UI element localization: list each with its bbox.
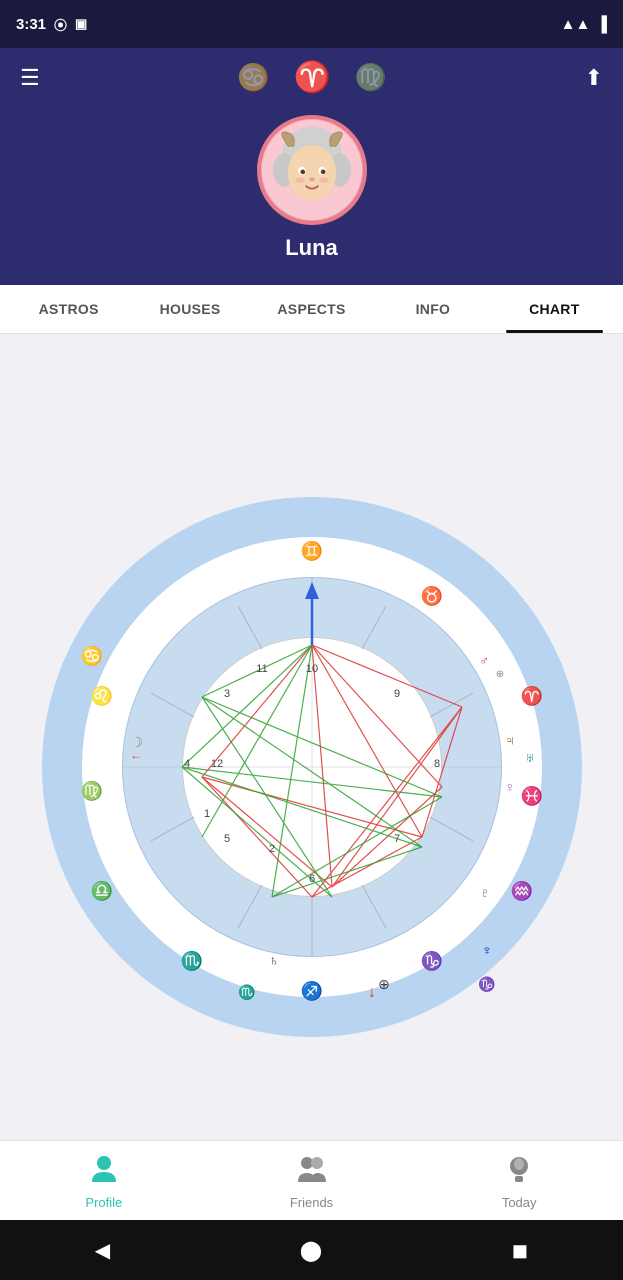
today-nav-label: Today [502,1195,537,1210]
svg-text:♏: ♏ [180,950,202,971]
svg-text:2: 2 [268,843,274,855]
svg-text:♑: ♑ [420,950,442,971]
svg-text:⊕: ⊕ [378,976,390,992]
svg-text:♄: ♄ [268,952,279,968]
wifi-icon: ▲▲ [561,16,591,33]
svg-text:♋: ♋ [80,645,102,666]
profile-name: Luna [285,235,338,261]
home-button[interactable]: ⬤ [300,1238,322,1263]
avatar-section: Luna [0,115,623,261]
bottom-navigation: Profile Friends Today [0,1140,623,1220]
svg-text:♉: ♉ [420,585,442,606]
tab-houses[interactable]: HOUSES [129,285,250,333]
svg-text:♃: ♃ [504,732,515,748]
tabs-bar: ASTROS HOUSES ASPECTS INFO CHART [0,285,623,334]
svg-text:⊕: ⊕ [495,669,503,680]
back-button[interactable]: ◀ [95,1238,110,1263]
share-button[interactable]: ⬆ [585,65,603,91]
system-nav-bar: ◀ ⬤ ◼ [0,1220,623,1280]
svg-text:7: 7 [393,833,399,845]
tab-aspects[interactable]: ASPECTS [251,285,372,333]
svg-text:♂: ♂ [479,653,489,668]
status-icons: ▲▲ ▐ [561,16,607,33]
svg-text:5: 5 [223,833,229,845]
svg-text:♊: ♊ [300,540,322,561]
status-time-area: 3:31 ⦿ ▣ [16,15,87,34]
svg-text:♒: ♒ [510,880,532,901]
svg-text:3: 3 [223,688,229,700]
svg-text:♑: ♑ [478,976,495,993]
svg-text:9: 9 [393,688,399,700]
avatar-svg [261,115,363,225]
zodiac-cancer: ♋ [237,62,269,93]
nav-profile[interactable]: Profile [0,1152,208,1210]
svg-text:4: 4 [183,758,189,770]
svg-text:↓: ↓ [368,984,376,1001]
svg-text:♓: ♓ [520,785,542,806]
zodiac-signs-nav: ♋ ♈ ♍ [237,60,387,95]
profile-nav-label: Profile [85,1195,122,1210]
svg-text:1: 1 [203,808,209,820]
svg-text:8: 8 [433,758,439,770]
nav-friends[interactable]: Friends [208,1152,416,1210]
screen-icon: ▣ [75,16,87,32]
svg-text:♏: ♏ [238,984,255,1001]
status-bar: 3:31 ⦿ ▣ ▲▲ ▐ [0,0,623,48]
zodiac-virgo: ♍ [355,62,387,93]
menu-button[interactable]: ☰ [20,65,40,91]
header: ☰ ♋ ♈ ♍ ⬆ [0,48,623,285]
nav-today[interactable]: Today [415,1152,623,1210]
svg-text:♇: ♇ [480,885,490,900]
svg-text:♎: ♎ [90,880,112,901]
time-display: 3:31 [16,16,46,33]
astrology-chart: 10 9 8 7 6 5 4 3 11 12 2 1 ♊ ♉ ♈ ♓ ♒ ♑ [42,497,582,1037]
tab-astros[interactable]: ASTROS [8,285,129,333]
chart-area: 10 9 8 7 6 5 4 3 11 12 2 1 ♊ ♉ ♈ ♓ ♒ ♑ [0,334,623,1199]
battery-icon: ▐ [596,16,607,33]
svg-text:10: 10 [305,663,317,675]
svg-text:♀: ♀ [504,779,515,795]
tab-info[interactable]: INFO [372,285,493,333]
notification-icon: ⦿ [54,15,67,34]
svg-text:♍: ♍ [80,780,102,801]
svg-text:←: ← [130,748,142,762]
today-nav-icon [503,1152,535,1191]
svg-text:♐: ♐ [300,980,322,1001]
svg-text:♅: ♅ [525,750,535,765]
header-nav: ☰ ♋ ♈ ♍ ⬆ [0,48,623,107]
svg-text:♆: ♆ [481,942,492,958]
recents-button[interactable]: ◼ [512,1238,529,1263]
svg-text:♈: ♈ [520,685,542,706]
zodiac-aries: ♈ [293,60,330,95]
profile-nav-icon [88,1152,120,1191]
avatar [257,115,367,225]
tab-chart[interactable]: CHART [494,285,615,333]
friends-nav-label: Friends [290,1195,333,1210]
svg-text:11: 11 [256,663,267,675]
friends-nav-icon [296,1152,328,1191]
chart-svg: 10 9 8 7 6 5 4 3 11 12 2 1 ♊ ♉ ♈ ♓ ♒ ♑ [42,497,582,1037]
svg-text:♌: ♌ [90,685,112,706]
svg-text:12: 12 [210,758,222,770]
svg-text:6: 6 [308,873,314,885]
